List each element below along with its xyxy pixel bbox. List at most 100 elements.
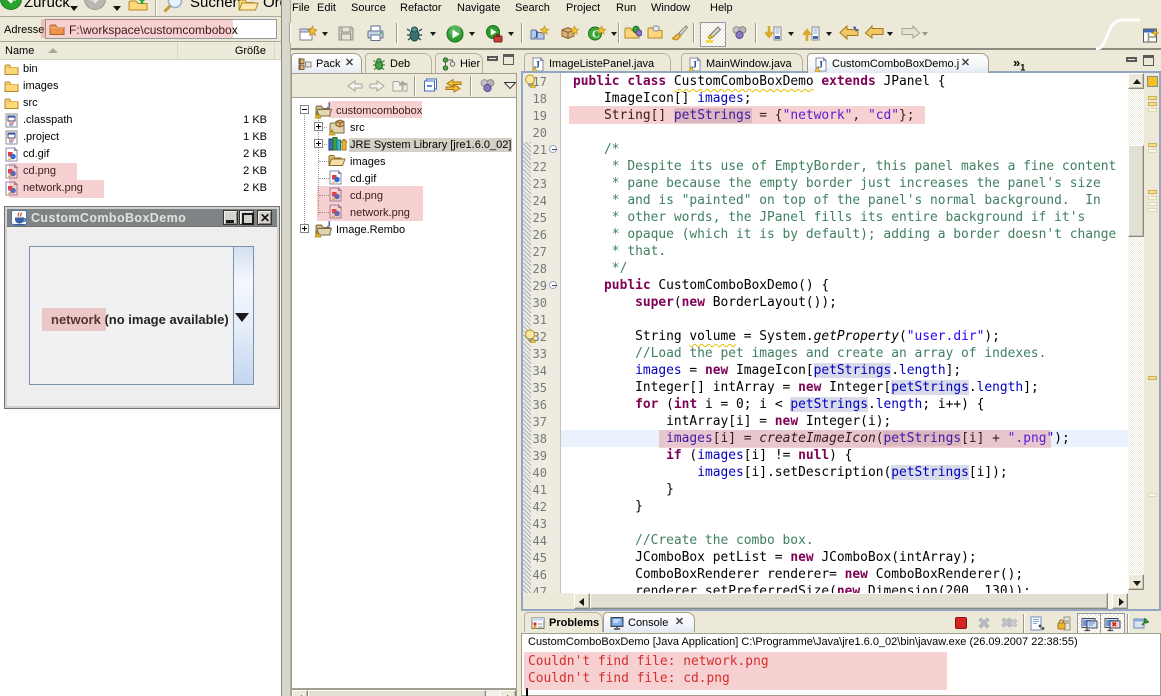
menu-search[interactable]: Search: [515, 2, 550, 14]
tab-customcomboboxdemo-j[interactable]: JCustomComboBoxDemo.j: [807, 53, 989, 73]
open-type-button[interactable]: [624, 25, 642, 40]
menu-navigate[interactable]: Navigate: [457, 2, 500, 14]
format-button[interactable]: [670, 25, 688, 41]
fold-collapse-icon[interactable]: [549, 281, 557, 289]
scroll-right-button[interactable]: [1112, 593, 1128, 609]
warning-marker[interactable]: [1148, 202, 1157, 206]
dropdown-icon[interactable]: [826, 32, 832, 36]
tree-item-cd-gif[interactable]: cd.gif: [292, 170, 517, 187]
mark-occurrences-toggle[interactable]: [700, 22, 726, 47]
warning-marker[interactable]: [1148, 196, 1157, 200]
maximize-editor-button[interactable]: [1143, 55, 1154, 66]
new-class-button[interactable]: C: [587, 25, 607, 42]
link-with-editor-icon[interactable]: [445, 78, 462, 93]
dropdown-icon[interactable]: [430, 32, 436, 36]
dropdown-icon[interactable]: [887, 32, 893, 36]
scrollbar-thumb[interactable]: [308, 690, 486, 696]
scroll-lock-toggle[interactable]: [1056, 616, 1071, 631]
search-icon[interactable]: [163, 0, 185, 13]
open-perspective-button[interactable]: [1143, 28, 1159, 43]
dropdown-icon[interactable]: [922, 32, 928, 36]
vertical-scrollbar[interactable]: [1128, 73, 1144, 590]
tab-imagelistepanel-java[interactable]: JImageListePanel.java: [524, 53, 671, 73]
collapse-toggle[interactable]: [300, 105, 309, 114]
combo-dropdown-button[interactable]: [233, 247, 253, 384]
new-java-project-button[interactable]: J: [530, 25, 550, 42]
close-icon[interactable]: [344, 58, 355, 69]
warning-marker[interactable]: [1148, 96, 1157, 100]
scrollbar-thumb[interactable]: [1128, 145, 1144, 237]
tree-item-src[interactable]: !src: [292, 119, 517, 136]
warning-marker[interactable]: [1148, 493, 1157, 497]
swing-title-bar[interactable]: CustomComboBoxDemo: [7, 209, 277, 227]
back-dropdown-icon[interactable]: [70, 6, 78, 12]
file-row-images[interactable]: images: [0, 78, 281, 95]
tab-deb[interactable]: Deb: [365, 53, 432, 73]
menu-project[interactable]: Project: [566, 2, 600, 14]
folders-button-icon[interactable]: [238, 0, 260, 12]
horizontal-scrollbar[interactable]: [291, 689, 517, 696]
dropdown-icon[interactable]: [508, 32, 514, 36]
warning-marker[interactable]: [1148, 190, 1157, 194]
forward-dropdown-icon[interactable]: [113, 6, 121, 12]
pin-console-toggle[interactable]: [1133, 616, 1149, 631]
warning-marker[interactable]: [1148, 143, 1157, 147]
file-row-cd.gif[interactable]: cd.gif2 KB: [0, 146, 281, 163]
warning-quickfix-icon[interactable]: [523, 329, 537, 343]
scroll-left-button[interactable]: [292, 690, 308, 696]
file-row-bin[interactable]: bin: [0, 61, 281, 78]
search-button-label[interactable]: Suchen: [190, 0, 241, 11]
menu-source[interactable]: Source: [351, 2, 386, 14]
warning-marker[interactable]: [1148, 208, 1157, 212]
previous-annotation-button[interactable]: [802, 25, 820, 42]
print-button[interactable]: [367, 25, 384, 41]
tab-hier[interactable]: Hier: [435, 53, 483, 73]
expand-toggle[interactable]: [314, 139, 323, 148]
expand-toggle[interactable]: [300, 224, 309, 233]
tab-mainwindow-java[interactable]: JMainWindow.java: [681, 53, 803, 73]
horizontal-scrollbar[interactable]: [574, 593, 1128, 609]
more-editors-chevron[interactable]: »1: [1013, 55, 1025, 73]
save-button[interactable]: [338, 25, 354, 41]
new-package-button[interactable]: [560, 25, 580, 42]
external-tools-button[interactable]: [485, 25, 503, 43]
clear-console-button[interactable]: [1030, 616, 1046, 631]
forward-history-button[interactable]: [901, 25, 921, 40]
minimize-button[interactable]: [223, 210, 238, 225]
terminate-button[interactable]: [954, 616, 968, 630]
minimize-editor-button[interactable]: [1126, 57, 1137, 62]
view-menu-icon[interactable]: [504, 82, 516, 89]
dropdown-icon[interactable]: [611, 32, 617, 36]
tree-item-image-rembo[interactable]: J!Image.Rembo: [292, 221, 517, 238]
warning-quickfix-icon[interactable]: [523, 74, 537, 88]
warning-marker[interactable]: [1148, 102, 1157, 106]
tab-console[interactable]: Console: [603, 612, 695, 632]
code-area[interactable]: public class CustomComboBoxDemo extends …: [561, 73, 1128, 593]
back-arrow-icon[interactable]: [347, 80, 363, 92]
menu-help[interactable]: Help: [710, 2, 733, 14]
dropdown-icon[interactable]: [322, 32, 328, 36]
tab-problems[interactable]: Problems: [524, 612, 603, 632]
close-button[interactable]: [257, 210, 272, 225]
up-folder-button[interactable]: [127, 0, 149, 12]
annotations-overview-icon[interactable]: [1147, 76, 1158, 87]
minimize-view-button[interactable]: [487, 56, 498, 61]
column-header-name[interactable]: Name: [0, 42, 178, 59]
scroll-left-button[interactable]: [574, 593, 590, 609]
tab-pack[interactable]: Pack: [291, 53, 362, 73]
file-row-.project[interactable]: .project1 KB: [0, 129, 281, 146]
go-up-icon[interactable]: [392, 78, 408, 92]
folders-button-label[interactable]: Ordner: [263, 0, 281, 11]
back-button[interactable]: [0, 0, 24, 11]
column-header-size[interactable]: Größe: [178, 42, 275, 59]
run-button[interactable]: [446, 25, 464, 43]
close-icon[interactable]: [960, 58, 971, 69]
warning-marker[interactable]: [1148, 149, 1157, 153]
menu-edit[interactable]: Edit: [317, 2, 336, 14]
working-sets-icon[interactable]: [479, 78, 496, 93]
menu-run[interactable]: Run: [616, 2, 636, 14]
close-icon[interactable]: [674, 617, 685, 628]
last-edit-location-button[interactable]: [838, 25, 859, 41]
new-wizard-button[interactable]: [299, 25, 317, 42]
scroll-down-button[interactable]: [1128, 574, 1144, 590]
